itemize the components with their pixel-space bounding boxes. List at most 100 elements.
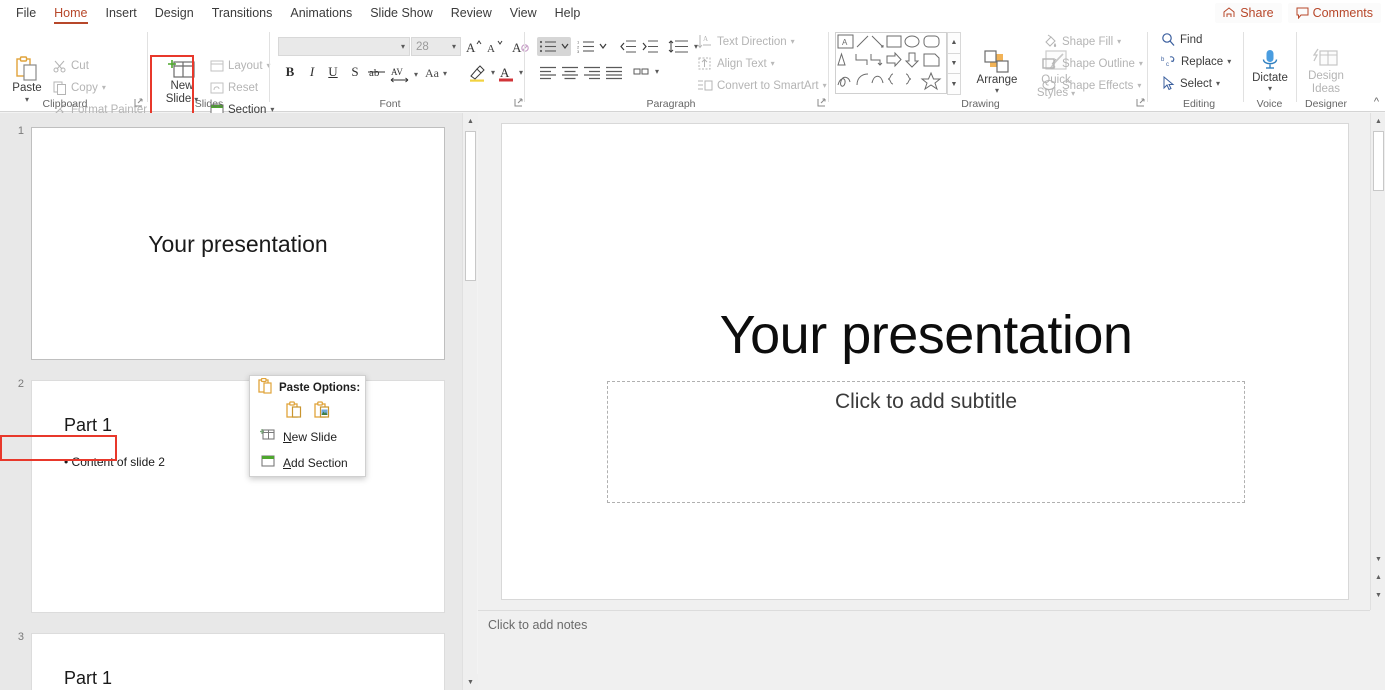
decrease-indent-button[interactable] (618, 37, 638, 56)
align-center-button[interactable] (559, 63, 581, 82)
align-left-button[interactable] (537, 63, 559, 82)
numbering-button[interactable]: 123 (575, 37, 609, 56)
arrange-button[interactable]: Arrange ▾ (968, 50, 1026, 95)
design-ideas-button[interactable]: Design Ideas (1299, 48, 1353, 96)
shape-fill-button[interactable]: Shape Fill ▾ (1042, 34, 1121, 49)
thumbnail-row-3[interactable]: 3 Part 1 (0, 619, 462, 690)
slide-title-placeholder[interactable]: Your presentation (542, 304, 1310, 366)
tab-transitions[interactable]: Transitions (203, 0, 282, 26)
dictate-caret[interactable]: ▾ (1268, 85, 1272, 93)
layout-button[interactable]: Layout ▾ (210, 59, 271, 73)
context-menu-item-add-section[interactable]: Add Section (250, 450, 365, 476)
bold-button[interactable]: B (281, 63, 299, 81)
text-shadow-button[interactable]: S (346, 63, 364, 81)
shape-effects-button[interactable]: Shape Effects ▾ (1042, 78, 1141, 93)
thumbnail-slide-3[interactable]: Part 1 (31, 633, 445, 690)
shape-fill-caret[interactable]: ▾ (1117, 38, 1121, 46)
shapes-scroll-up[interactable]: ▲ (947, 32, 961, 54)
replace-caret[interactable]: ▾ (1227, 58, 1231, 66)
font-color-caret[interactable]: ▾ (519, 69, 523, 77)
cut-button[interactable]: Cut (53, 59, 89, 73)
increase-indent-button[interactable] (640, 37, 660, 56)
thumbnail-slide-2[interactable]: Part 1 • Content of slide 2 (31, 380, 445, 613)
shape-effects-caret[interactable]: ▾ (1137, 82, 1141, 90)
shape-outline-button[interactable]: Shape Outline ▾ (1042, 56, 1143, 71)
editor-scrollbar-thumb[interactable] (1373, 131, 1384, 191)
paste-button[interactable]: Paste ▾ (8, 56, 46, 104)
font-name-combo[interactable]: ▾ (278, 37, 410, 56)
clipboard-dialog-launcher[interactable] (134, 98, 146, 110)
shapes-gallery-scrollbar[interactable]: ▲ ▼ ▼ (947, 32, 961, 94)
increase-font-size-button[interactable]: A (464, 37, 484, 56)
align-text-button[interactable]: Align Text ▾ (697, 56, 775, 71)
text-highlight-color-button[interactable]: ▾ (468, 64, 495, 82)
tab-review[interactable]: Review (442, 0, 501, 26)
thumbnail-row-2[interactable]: 2 Part 1 • Content of slide 2 (0, 366, 462, 619)
thumbnail-row-1[interactable]: 1 Your presentation (0, 113, 462, 366)
share-button[interactable]: Share (1215, 3, 1281, 23)
paste-option-keep-source-formatting-icon[interactable] (286, 401, 302, 423)
change-case-button[interactable]: Aa ▾ (425, 66, 447, 81)
font-name-caret[interactable]: ▾ (401, 43, 405, 51)
slide-thumbnail-pane[interactable]: 1 Your presentation 2 Part 1 • Content o… (0, 113, 462, 690)
context-menu-item-new-slide[interactable]: New Slide (250, 424, 365, 450)
previous-slide-button[interactable]: ▲ (1371, 569, 1385, 585)
underline-button[interactable]: U (324, 63, 342, 81)
change-case-caret[interactable]: ▾ (443, 70, 447, 78)
columns-button[interactable]: ▾ (633, 66, 659, 78)
line-spacing-button[interactable]: ▾ (668, 39, 698, 55)
tab-animations[interactable]: Animations (281, 0, 361, 26)
notes-pane[interactable]: Click to add notes (478, 610, 1370, 690)
convert-to-smartart-button[interactable]: Convert to SmartArt ▾ (697, 78, 827, 93)
italic-button[interactable]: I (303, 63, 321, 81)
find-button[interactable]: Find (1161, 32, 1202, 47)
context-menu[interactable]: Paste Options: (249, 375, 366, 477)
slide-editor-scrollbar[interactable]: ▲ ▼ ▲ ▼ (1370, 113, 1385, 610)
font-size-combo[interactable]: 28 ▾ (411, 37, 461, 56)
bullets-button[interactable] (537, 37, 571, 56)
next-slide-button[interactable]: ▼ (1371, 587, 1385, 603)
slide-subtitle-placeholder[interactable]: Click to add subtitle (607, 381, 1245, 503)
collapse-ribbon-button[interactable]: ^ (1374, 96, 1379, 108)
comments-button[interactable]: Comments (1288, 3, 1381, 23)
reset-button[interactable]: Reset (210, 81, 258, 95)
columns-caret[interactable]: ▾ (655, 68, 659, 76)
shapes-gallery-more[interactable]: ▼ (947, 73, 961, 95)
editor-scroll-down-arrow[interactable]: ▼ (1371, 551, 1385, 567)
tab-file[interactable]: File (7, 0, 45, 26)
tab-help[interactable]: Help (546, 0, 590, 26)
align-text-caret[interactable]: ▾ (771, 60, 775, 68)
thumbnail-slide-1[interactable]: Your presentation (31, 127, 445, 360)
character-spacing-button[interactable]: AV ▾ (390, 66, 418, 83)
copy-dropdown-caret[interactable]: ▾ (102, 84, 106, 92)
decrease-font-size-button[interactable]: A (485, 37, 505, 56)
thumbnail-scrollbar-thumb[interactable] (465, 131, 476, 281)
select-button[interactable]: Select ▾ (1161, 76, 1220, 91)
tab-slide-show[interactable]: Slide Show (361, 0, 442, 26)
text-direction-caret[interactable]: ▾ (791, 38, 795, 46)
text-direction-button[interactable]: A Text Direction ▾ (697, 34, 795, 49)
convert-smartart-caret[interactable]: ▾ (823, 82, 827, 90)
align-right-button[interactable] (581, 63, 603, 82)
tab-home[interactable]: Home (45, 0, 96, 26)
thumbnail-scroll-down-arrow[interactable]: ▼ (463, 674, 478, 690)
font-color-button[interactable]: A ▾ (498, 64, 523, 82)
select-caret[interactable]: ▾ (1216, 80, 1220, 88)
arrange-caret[interactable]: ▾ (995, 87, 999, 95)
dictate-button[interactable]: Dictate ▾ (1247, 48, 1293, 93)
strikethrough-button[interactable]: ab (367, 63, 387, 81)
thumbnail-scroll-up-arrow[interactable]: ▲ (463, 113, 478, 129)
highlight-color-caret[interactable]: ▾ (491, 69, 495, 77)
tab-view[interactable]: View (501, 0, 546, 26)
thumbnail-pane-scrollbar[interactable]: ▲ ▼ (462, 113, 477, 690)
shapes-gallery[interactable]: A (835, 32, 947, 94)
character-spacing-caret[interactable]: ▾ (414, 71, 418, 79)
shape-outline-caret[interactable]: ▾ (1139, 60, 1143, 68)
editor-scroll-up-arrow[interactable]: ▲ (1371, 113, 1385, 129)
shapes-scroll-down[interactable]: ▼ (947, 53, 961, 75)
tab-insert[interactable]: Insert (97, 0, 146, 26)
tab-design[interactable]: Design (146, 0, 203, 26)
justify-button[interactable] (603, 63, 625, 82)
current-slide-canvas[interactable]: Your presentation Click to add subtitle (501, 123, 1349, 600)
paste-option-picture-icon[interactable] (314, 401, 330, 423)
